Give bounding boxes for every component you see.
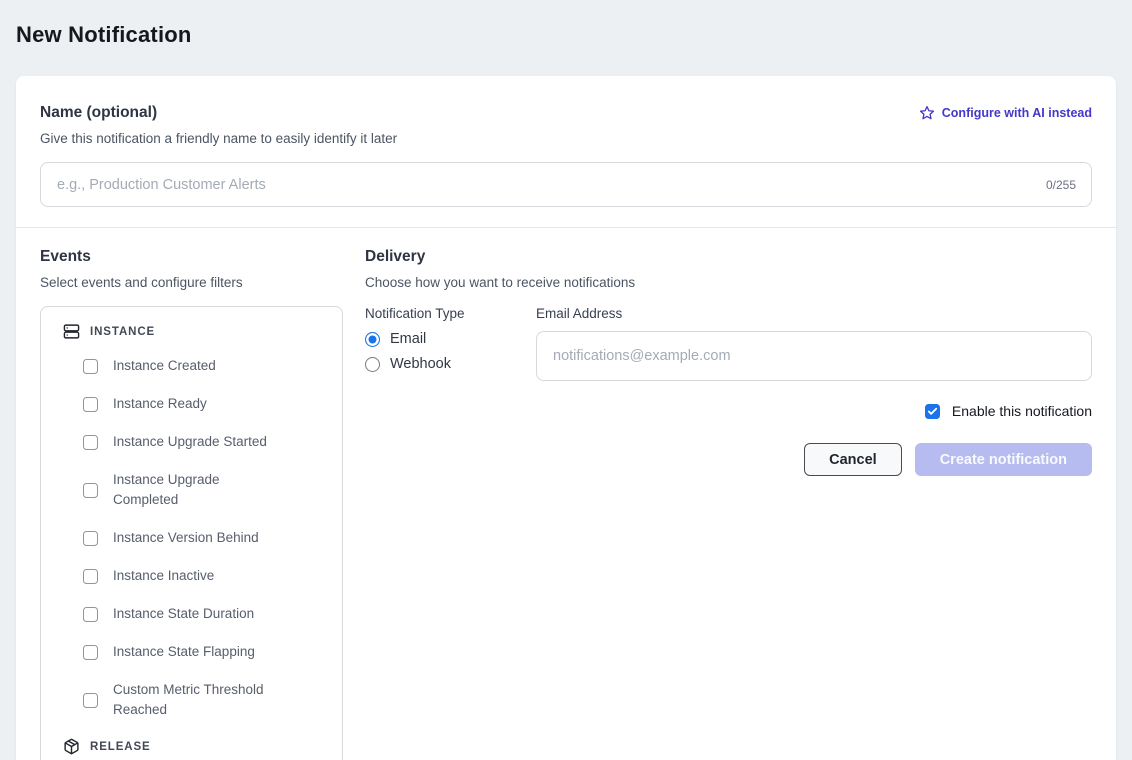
event-checkbox[interactable] [83, 693, 98, 708]
enable-notification-checkbox[interactable] [925, 404, 940, 419]
notification-type-option[interactable]: Webhook [365, 356, 536, 372]
event-checkbox-item[interactable]: Instance State Duration [83, 604, 326, 624]
new-notification-card: Name (optional) Configure with AI instea… [16, 76, 1116, 760]
configure-with-ai-label: Configure with AI instead [942, 106, 1092, 120]
star-icon [919, 105, 935, 121]
event-checkbox-item[interactable]: Instance Ready [83, 394, 326, 414]
delivery-heading: Delivery [365, 248, 1092, 266]
event-item-label: Instance Ready [113, 394, 207, 414]
name-input[interactable] [40, 162, 1092, 207]
event-checkbox-item[interactable]: Instance Upgrade Completed [83, 470, 326, 510]
delivery-description: Choose how you want to receive notificat… [365, 275, 1092, 290]
event-checkbox[interactable] [83, 359, 98, 374]
events-heading: Events [40, 248, 343, 266]
events-box: INSTANCE Instance Created Instance Ready In… [40, 306, 343, 760]
event-checkbox[interactable] [83, 607, 98, 622]
events-section: Events Select events and configure filte… [40, 248, 343, 760]
event-checkbox-item[interactable]: Instance State Flapping [83, 642, 326, 662]
radio-button[interactable] [365, 357, 380, 372]
event-item-label: Instance Upgrade Started [113, 432, 267, 452]
event-checkbox[interactable] [83, 569, 98, 584]
event-checkbox[interactable] [83, 397, 98, 412]
event-item-label: Instance Inactive [113, 566, 214, 586]
event-checkbox-item[interactable]: Instance Version Behind [83, 528, 326, 548]
event-item-label: Instance Upgrade Completed [113, 470, 276, 510]
radio-label: Webhook [390, 356, 451, 372]
enable-notification-toggle[interactable]: Enable this notification [365, 403, 1092, 419]
event-checkbox[interactable] [83, 645, 98, 660]
name-heading: Name (optional) [40, 104, 157, 122]
event-group-header: INSTANCE [63, 323, 326, 340]
name-description: Give this notification a friendly name t… [40, 131, 1092, 146]
event-checkbox[interactable] [83, 483, 98, 498]
package-icon [63, 738, 80, 755]
create-notification-button[interactable]: Create notification [915, 443, 1092, 476]
event-item-label: Instance Version Behind [113, 528, 259, 548]
event-checkbox-item[interactable]: Custom Metric Threshold Reached [83, 680, 326, 720]
event-item-label: Instance State Flapping [113, 642, 255, 662]
email-address-input[interactable] [536, 331, 1092, 381]
notification-type-options: Email Webhook [365, 331, 536, 372]
page-title: New Notification [0, 0, 1132, 48]
email-address-label: Email Address [536, 306, 1092, 321]
radio-label: Email [390, 331, 426, 347]
event-group-label: INSTANCE [90, 326, 155, 338]
event-checkbox-item[interactable]: Instance Created [83, 356, 326, 376]
cancel-button[interactable]: Cancel [804, 443, 902, 476]
configure-with-ai-link[interactable]: Configure with AI instead [919, 105, 1092, 121]
event-checkbox[interactable] [83, 531, 98, 546]
enable-notification-label: Enable this notification [952, 403, 1092, 419]
event-checkbox-item[interactable]: Instance Upgrade Started [83, 432, 326, 452]
event-group-label: RELEASE [90, 741, 151, 753]
event-item-label: Instance State Duration [113, 604, 254, 624]
notification-type-option[interactable]: Email [365, 331, 536, 347]
event-checkbox-item[interactable]: Instance Inactive [83, 566, 326, 586]
delivery-section: Delivery Choose how you want to receive … [365, 248, 1092, 760]
events-description: Select events and configure filters [40, 275, 343, 290]
name-section: Name (optional) Configure with AI instea… [16, 76, 1116, 207]
event-item-label: Instance Created [113, 356, 216, 376]
server-icon [63, 323, 80, 340]
event-item-label: Custom Metric Threshold Reached [113, 680, 276, 720]
radio-button[interactable] [365, 332, 380, 347]
char-counter: 0/255 [1046, 178, 1076, 192]
event-group-header: RELEASE [63, 738, 326, 755]
notification-type-label: Notification Type [365, 306, 536, 321]
event-checkbox[interactable] [83, 435, 98, 450]
